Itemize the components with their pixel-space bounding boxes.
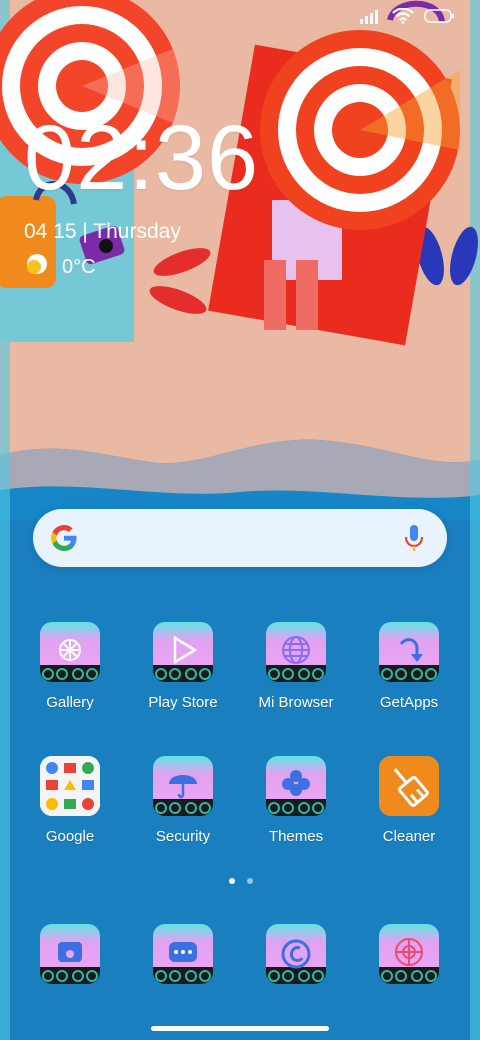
app-getapps[interactable]: GetApps (349, 622, 469, 711)
app-label: GetApps (379, 694, 439, 711)
broom-icon (379, 756, 439, 816)
dock-phone[interactable] (10, 924, 130, 984)
dock-aperture[interactable] (349, 924, 469, 984)
phone-icon (40, 924, 100, 984)
app-mi-browser[interactable]: Mi Browser (236, 622, 356, 711)
app-themes[interactable]: Themes (236, 756, 356, 845)
camera-icon (266, 924, 326, 984)
app-label: Google (45, 828, 95, 845)
microphone-icon[interactable] (403, 523, 425, 558)
page-indicator[interactable] (229, 878, 253, 884)
umbrella-icon (153, 756, 213, 816)
clock-date: 04 15 | Thursday (24, 220, 181, 243)
dock-camera[interactable] (236, 924, 356, 984)
app-google-folder[interactable]: Google (10, 756, 130, 845)
download-icon (379, 622, 439, 682)
app-label: Play Store (148, 694, 218, 711)
home-gesture-bar[interactable] (151, 1026, 329, 1031)
weather-widget[interactable]: 0°C (26, 253, 96, 281)
page-dot-1[interactable] (229, 878, 235, 884)
battery-icon (424, 9, 454, 23)
app-label: Themes (268, 828, 324, 845)
weather-temperature: 0°C (62, 255, 96, 278)
app-play-store[interactable]: Play Store (123, 622, 243, 711)
dock-messages[interactable] (123, 924, 243, 984)
clover-icon (266, 756, 326, 816)
clock-time[interactable]: 02:36 (24, 112, 259, 204)
weather-sun-icon (26, 253, 48, 281)
google-search-bar[interactable] (33, 509, 447, 567)
wifi-icon (392, 8, 414, 24)
app-label: Cleaner (382, 828, 436, 845)
google-folder-icon (40, 756, 100, 816)
app-security[interactable]: Security (123, 756, 243, 845)
app-label: Mi Browser (258, 694, 334, 711)
signal-icon (360, 8, 382, 24)
globe-icon (266, 622, 326, 682)
status-bar (360, 8, 454, 24)
google-logo (49, 523, 79, 558)
app-gallery[interactable]: Gallery (10, 622, 130, 711)
message-icon (153, 924, 213, 984)
flower-icon (40, 622, 100, 682)
app-cleaner[interactable]: Cleaner (349, 756, 469, 845)
app-label: Security (155, 828, 211, 845)
app-label: Gallery (46, 694, 94, 711)
play-icon (153, 622, 213, 682)
aperture-icon (379, 924, 439, 984)
page-dot-2[interactable] (247, 878, 253, 884)
